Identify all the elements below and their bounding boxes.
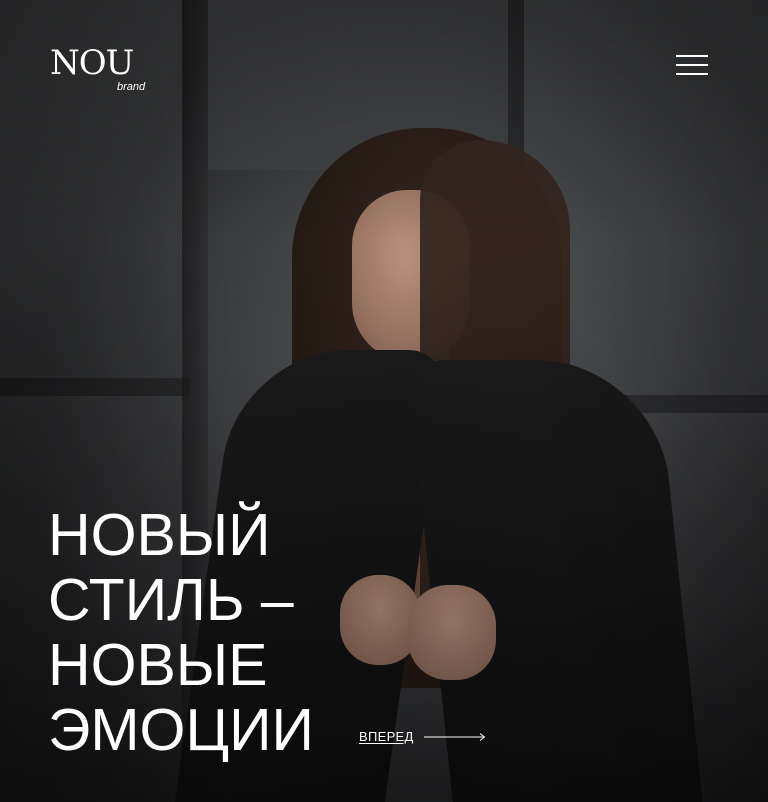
forward-link[interactable]: ВПЕРЕД [359,729,486,744]
logo-subtext: brand [117,81,146,93]
long-arrow-right-icon [423,732,486,742]
hero-section: NOU brand НОВЫЙ СТИЛЬ – НОВЫЕ ЭМОЦИИ ВПЕ… [0,0,768,802]
headline-line: НОВЫЙ [48,502,271,568]
brand-logo[interactable]: NOU brand [50,43,145,93]
hero-headline: НОВЫЙ СТИЛЬ – НОВЫЕ ЭМОЦИИ [48,503,314,763]
headline-line: НОВЫЕ [48,632,268,698]
forward-label: ВПЕРЕД [359,729,414,744]
hamburger-menu-icon[interactable] [676,55,708,75]
headline-line: ЭМОЦИИ [48,697,314,763]
logo-wordmark: NOU [50,43,134,83]
headline-line: СТИЛЬ – [48,567,294,633]
